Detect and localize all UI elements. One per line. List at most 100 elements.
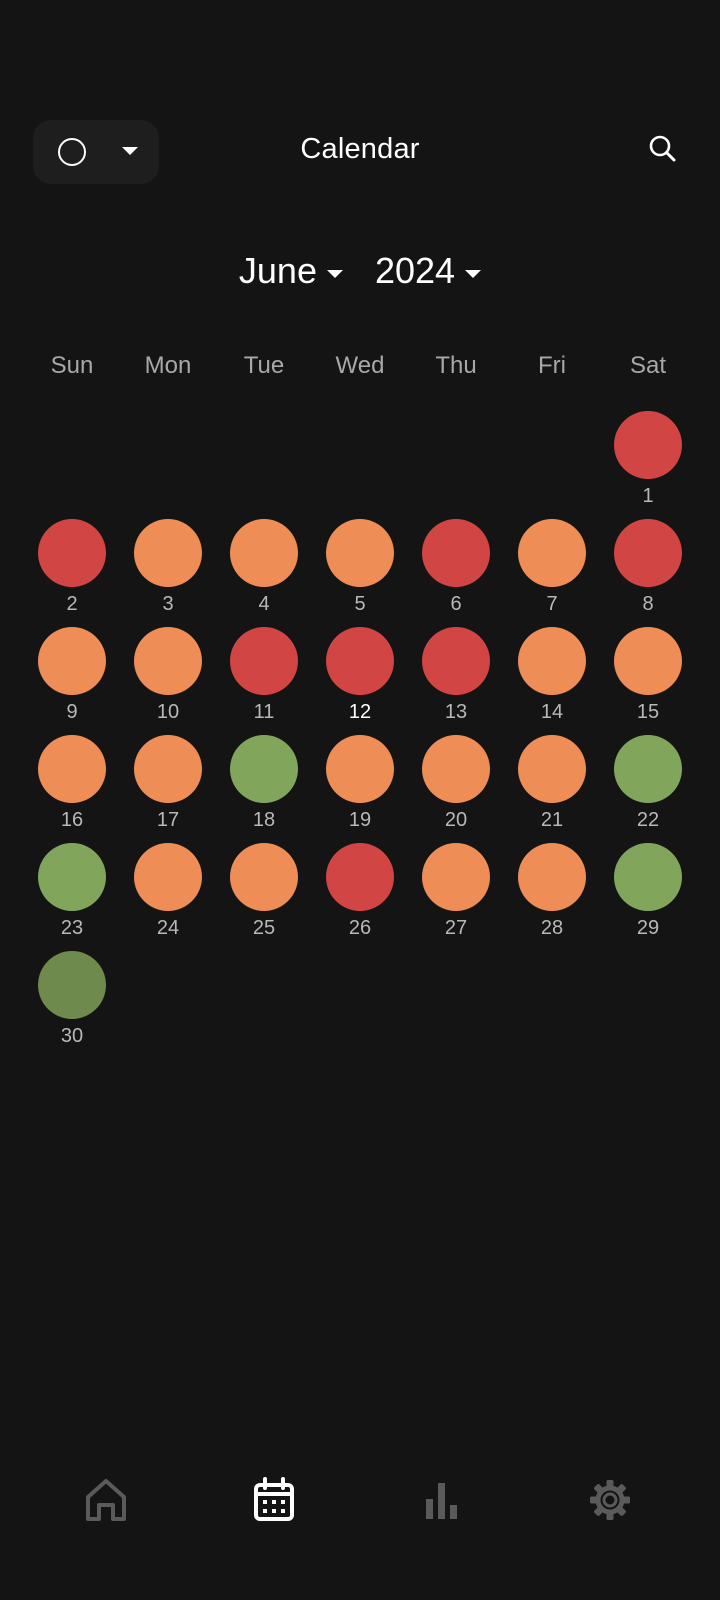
day-number: 10: [156, 701, 180, 723]
mood-dot: [326, 627, 394, 695]
weekday-label: Tue: [243, 352, 285, 379]
gear-icon: [590, 1480, 630, 1520]
day-number: 2: [66, 593, 78, 615]
day-number: 16: [60, 809, 84, 831]
calendar-day[interactable]: 8: [600, 517, 696, 625]
calendar-day[interactable]: 30: [24, 949, 120, 1057]
nav-stats[interactable]: [412, 1470, 472, 1530]
calendar-day[interactable]: 19: [312, 733, 408, 841]
mood-dot: [134, 843, 202, 911]
day-number: 4: [258, 593, 270, 615]
calendar-day[interactable]: 9: [24, 625, 120, 733]
calendar-day[interactable]: 15: [600, 625, 696, 733]
empty-day-cell: [504, 409, 600, 517]
day-number: 21: [540, 809, 564, 831]
nav-home[interactable]: [76, 1470, 136, 1530]
calendar-day[interactable]: 7: [504, 517, 600, 625]
calendar-day[interactable]: 3: [120, 517, 216, 625]
calendar-day[interactable]: 10: [120, 625, 216, 733]
mood-dot: [38, 735, 106, 803]
month-dropdown[interactable]: June: [239, 250, 343, 292]
day-number: 28: [540, 917, 564, 939]
calendar-day[interactable]: 28: [504, 841, 600, 949]
day-number: 3: [162, 593, 174, 615]
calendar-day[interactable]: 4: [216, 517, 312, 625]
calendar-day[interactable]: 24: [120, 841, 216, 949]
empty-day-cell: [312, 409, 408, 517]
search-button[interactable]: [645, 132, 685, 172]
mood-dot: [422, 843, 490, 911]
day-number: 8: [642, 593, 654, 615]
search-icon: [649, 135, 676, 162]
weekday-label: Wed: [335, 352, 385, 379]
calendar-day[interactable]: 6: [408, 517, 504, 625]
calendar-day[interactable]: 20: [408, 733, 504, 841]
empty-day-cell: [24, 409, 120, 517]
calendar-day[interactable]: 2: [24, 517, 120, 625]
calendar-day[interactable]: 29: [600, 841, 696, 949]
day-number: 29: [636, 917, 660, 939]
day-number: 9: [66, 701, 78, 723]
weekday-label: Sun: [50, 352, 94, 379]
page-title: Calendar: [300, 133, 420, 165]
period-selector: June 2024: [0, 250, 720, 292]
mood-dot: [326, 519, 394, 587]
year-label: 2024: [374, 250, 456, 291]
nav-settings[interactable]: [580, 1470, 640, 1530]
calendar-grid: 1 2 3 4 5 6 7 8 9 10 11 12 13 14 15 16 17 18 19 20 21 22 23 24 2…: [24, 409, 696, 1057]
weekday-label: Fri: [538, 352, 566, 379]
weekday-label: Mon: [144, 352, 192, 379]
weekday-header: Sun Mon Tue Wed Thu Fri Sat: [24, 352, 696, 380]
day-number: 24: [156, 917, 180, 939]
caret-down-icon: [326, 270, 343, 278]
day-number: 25: [252, 917, 276, 939]
calendar-day[interactable]: 22: [600, 733, 696, 841]
calendar-day[interactable]: 25: [216, 841, 312, 949]
mood-dot: [518, 843, 586, 911]
calendar-day[interactable]: 18: [216, 733, 312, 841]
calendar-day[interactable]: 27: [408, 841, 504, 949]
empty-day-cell: [216, 409, 312, 517]
day-number: 18: [252, 809, 276, 831]
calendar-day[interactable]: 26: [312, 841, 408, 949]
calendar-day[interactable]: 16: [24, 733, 120, 841]
mood-dot: [614, 627, 682, 695]
mood-dot: [38, 843, 106, 911]
day-number: 22: [636, 809, 660, 831]
mood-dot: [326, 843, 394, 911]
calendar-day[interactable]: 11: [216, 625, 312, 733]
weekday-label: Sat: [629, 352, 667, 379]
mood-dot: [230, 627, 298, 695]
calendar-day[interactable]: 23: [24, 841, 120, 949]
mood-dot: [614, 735, 682, 803]
calendar-day[interactable]: 1: [600, 409, 696, 517]
calendar-day[interactable]: 13: [408, 625, 504, 733]
calendar-day[interactable]: 14: [504, 625, 600, 733]
caret-down-icon: [465, 270, 482, 278]
month-label: June: [238, 250, 317, 291]
mood-dot: [614, 519, 682, 587]
day-number: 1: [642, 485, 654, 507]
calendar-day[interactable]: 17: [120, 733, 216, 841]
calendar-day[interactable]: 12: [312, 625, 408, 733]
mood-dot: [422, 627, 490, 695]
mood-dot: [38, 627, 106, 695]
day-number: 19: [348, 809, 372, 831]
day-number: 23: [60, 917, 84, 939]
day-number: 12: [348, 701, 372, 723]
calendar-day[interactable]: 5: [312, 517, 408, 625]
mood-dot: [518, 627, 586, 695]
calendar-day[interactable]: 21: [504, 733, 600, 841]
mood-dot: [614, 411, 682, 479]
mood-dot: [38, 519, 106, 587]
year-dropdown[interactable]: 2024: [374, 250, 482, 292]
mood-dot: [134, 735, 202, 803]
day-number: 7: [546, 593, 558, 615]
mood-dot: [134, 519, 202, 587]
mood-dot: [230, 519, 298, 587]
bar-chart-icon: [426, 1483, 457, 1519]
mood-dot: [230, 843, 298, 911]
nav-calendar[interactable]: [244, 1470, 304, 1530]
mood-dot: [614, 843, 682, 911]
day-number: 26: [348, 917, 372, 939]
